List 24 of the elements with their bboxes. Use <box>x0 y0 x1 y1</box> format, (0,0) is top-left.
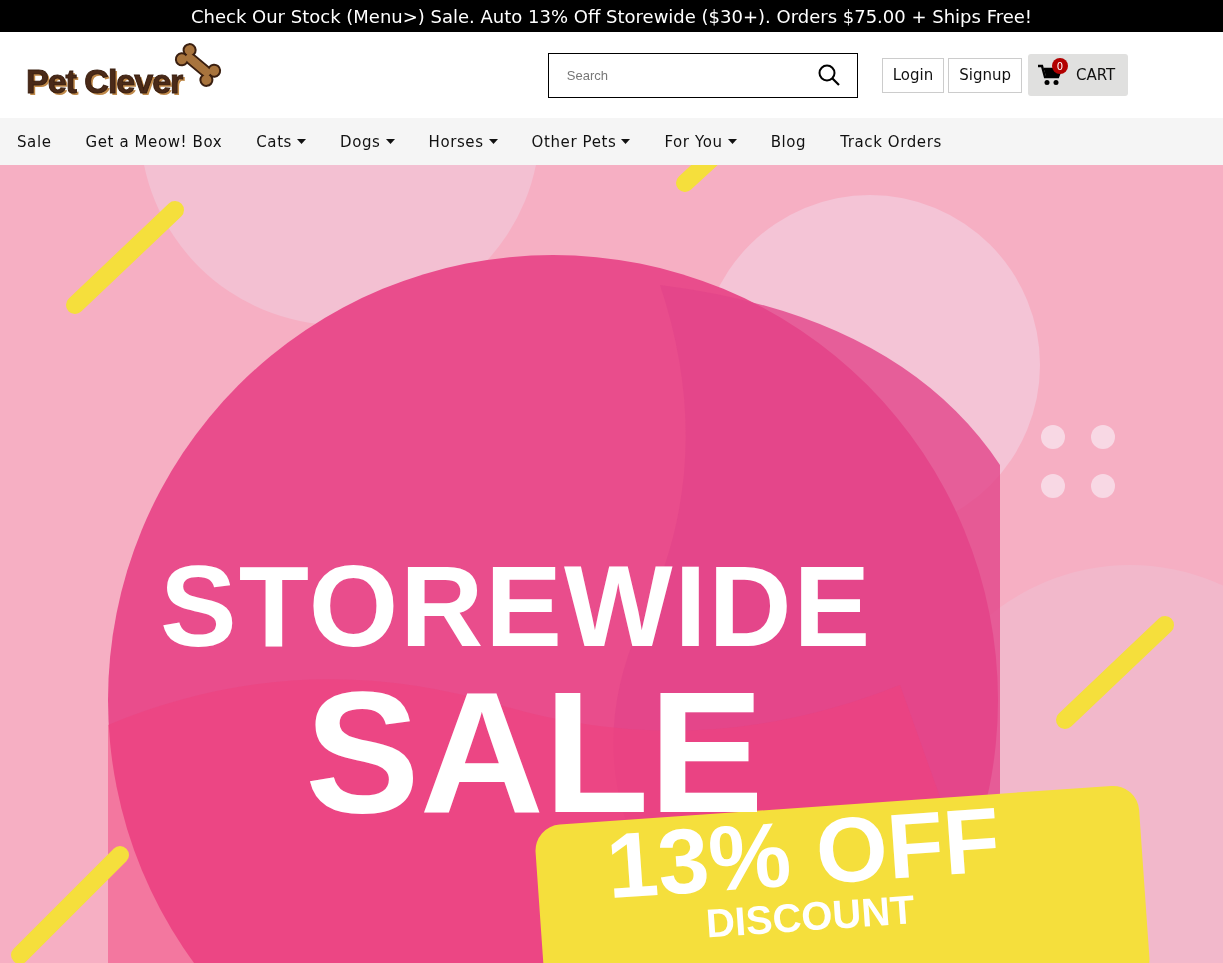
cart-count-badge: 0 <box>1052 58 1068 74</box>
caret-icon <box>488 139 498 144</box>
caret-icon <box>385 139 395 144</box>
nav-link[interactable]: Sale <box>17 132 52 151</box>
nav-link[interactable]: Horses <box>428 132 498 151</box>
nav-link[interactable]: Other Pets <box>531 132 631 151</box>
account-button[interactable]: Signup <box>948 57 1022 93</box>
search-field[interactable]: Search <box>547 52 858 98</box>
nav-link[interactable]: Get a Meow! Box <box>85 132 223 151</box>
caret-icon <box>297 139 307 144</box>
nav-link[interactable]: Track Orders <box>840 132 942 151</box>
search-icon[interactable] <box>817 63 840 86</box>
cart-button[interactable]: 0 CART <box>1028 54 1128 96</box>
cart-label: CART <box>1076 66 1116 84</box>
caret-icon <box>621 139 631 144</box>
nav-link[interactable]: Cats <box>256 132 307 151</box>
banner-headline: STOREWIDE <box>160 541 873 672</box>
nav-link[interactable]: For You <box>664 132 737 151</box>
promo-text: Check Our Stock (Menu>) Sale. Auto 13% Off Storewide ($30+). Orders $75.00 + Ships Free! <box>190 5 1033 27</box>
nav-link[interactable]: Dogs <box>340 132 395 151</box>
nav-link[interactable]: Blog <box>770 132 807 151</box>
logo-text[interactable]: Pet Clever <box>26 62 183 101</box>
caret-icon <box>727 139 737 144</box>
account-button[interactable]: Login <box>881 57 945 93</box>
